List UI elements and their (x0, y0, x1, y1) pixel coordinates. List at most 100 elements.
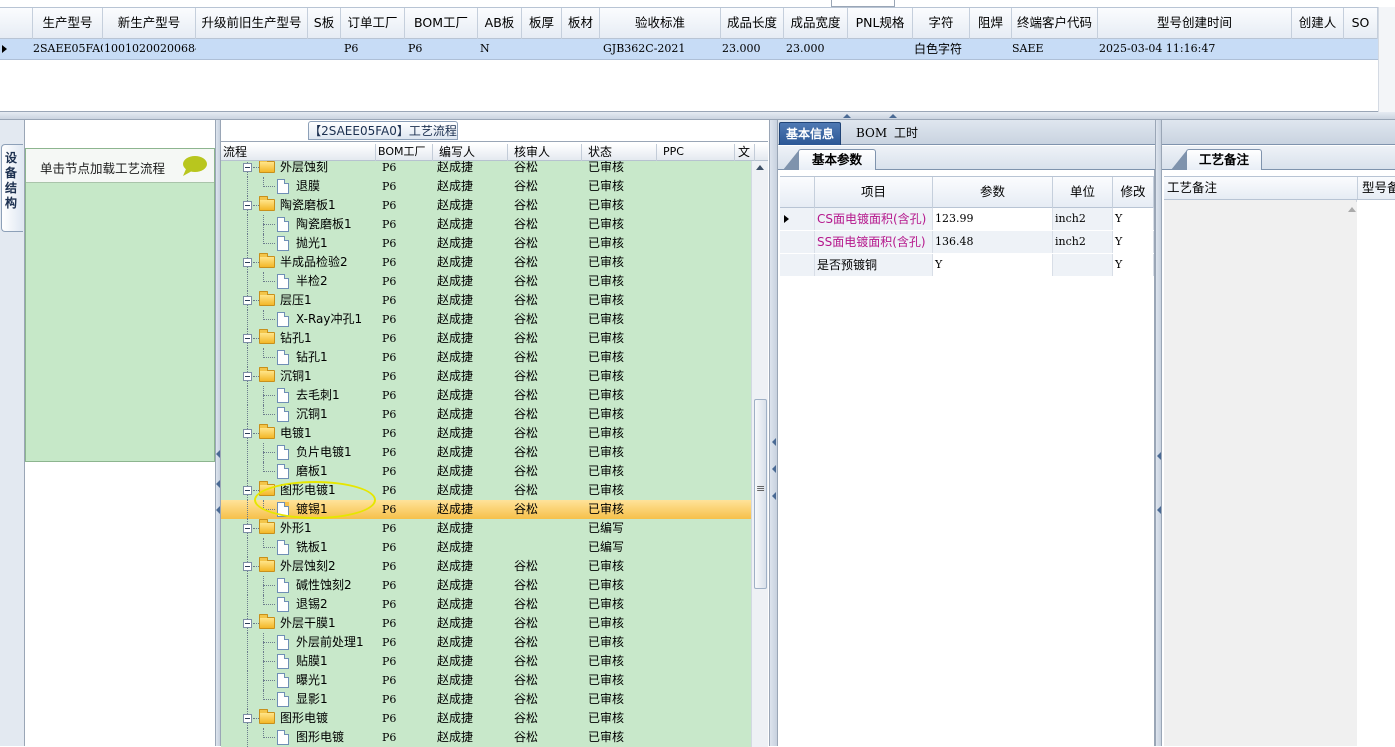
col-header-bom-factory[interactable]: BOM工厂 (376, 144, 433, 161)
cell-character[interactable]: 白色字符 (914, 39, 970, 59)
tree-row[interactable]: 半检2 P6 赵成捷 谷松 已审核 (221, 272, 751, 291)
param-unit[interactable]: inch2 (1053, 231, 1113, 253)
col-header-modified[interactable]: 修改 (1113, 177, 1154, 208)
col-header-value[interactable]: 参数 (933, 177, 1053, 208)
cell-new-model[interactable]: 10010200200684 (104, 39, 196, 59)
tree-row[interactable]: 外层蚀刻 P6 赵成捷 谷松 已审核 (221, 161, 751, 177)
collapse-toggle-icon[interactable] (243, 619, 252, 628)
top-tab-stub[interactable] (831, 0, 895, 7)
collapse-left-icon[interactable] (1157, 452, 1161, 460)
cell-order-factory[interactable]: P6 (344, 39, 404, 59)
param-value[interactable]: 123.99 (933, 208, 1053, 230)
collapse-toggle-icon[interactable] (243, 714, 252, 723)
col-header[interactable]: 成品长度 (721, 8, 784, 39)
col-header-unit[interactable]: 单位 (1053, 177, 1113, 208)
scrollbar-thumb[interactable] (754, 399, 767, 589)
col-header-remarks[interactable]: 工艺备注 (1164, 177, 1358, 199)
collapse-toggle-icon[interactable] (243, 296, 252, 305)
tree-row[interactable]: 外层蚀刻2 P6 赵成捷 谷松 已审核 (221, 557, 751, 576)
collapse-left-icon[interactable] (772, 492, 776, 500)
horizontal-splitter[interactable] (0, 112, 1395, 120)
collapse-toggle-icon[interactable] (243, 429, 252, 438)
col-header[interactable]: 终端客户代码 (1012, 8, 1098, 39)
tree-row[interactable]: 钻孔1 P6 赵成捷 谷松 已审核 (221, 329, 751, 348)
collapse-up-icon[interactable] (889, 114, 897, 118)
param-unit[interactable]: inch2 (1053, 208, 1113, 230)
collapse-left-icon[interactable] (1157, 506, 1161, 514)
model-remarks-area[interactable] (1358, 200, 1395, 746)
collapse-toggle-icon[interactable] (243, 562, 252, 571)
tree-row[interactable]: 陶瓷磨板1 P6 赵成捷 谷松 已审核 (221, 196, 751, 215)
col-header-ppc[interactable]: PPC (657, 144, 735, 161)
collapse-left-icon[interactable] (216, 506, 220, 514)
col-header-writer[interactable]: 编写人 (433, 144, 508, 161)
tree-row[interactable]: 退膜 P6 赵成捷 谷松 已审核 (221, 177, 751, 196)
col-header[interactable]: SO (1344, 8, 1378, 39)
tree-row[interactable]: 镀锡1 P6 赵成捷 谷松 已审核 (221, 500, 751, 519)
cell-pnl[interactable] (849, 39, 912, 59)
col-header[interactable]: 生产型号 (33, 8, 103, 39)
col-header[interactable]: 验收标准 (600, 8, 721, 39)
col-header[interactable]: 成品宽度 (784, 8, 848, 39)
tree-row[interactable]: 贴膜1 P6 赵成捷 谷松 已审核 (221, 652, 751, 671)
middle-splitter[interactable] (769, 120, 778, 746)
tree-row[interactable]: 图形电镀 P6 赵成捷 谷松 已审核 (221, 728, 751, 747)
param-modified[interactable]: Y (1113, 254, 1154, 276)
param-value[interactable]: Y (933, 254, 1053, 276)
collapse-up-icon[interactable] (843, 114, 851, 118)
col-header[interactable]: AB板 (478, 8, 522, 39)
cell-ab-board[interactable]: N (480, 39, 520, 59)
col-header[interactable]: 阻焊 (970, 8, 1012, 39)
tab-process-remarks[interactable]: 工艺备注 (1171, 149, 1262, 170)
tree-row[interactable]: 铣板1 P6 赵成捷 已编写 (221, 538, 751, 557)
cell-creator[interactable] (1293, 39, 1343, 59)
param-modified[interactable]: Y (1113, 208, 1154, 230)
col-header-item[interactable]: 项目 (815, 177, 933, 208)
tab-basic-info[interactable]: 基本信息 (779, 122, 842, 145)
tree-row[interactable]: 外层前处理1 P6 赵成捷 谷松 已审核 (221, 633, 751, 652)
collapse-toggle-icon[interactable] (243, 524, 252, 533)
tree-row[interactable]: 图形电镀 P6 赵成捷 谷松 已审核 (221, 709, 751, 728)
cell-so[interactable] (1345, 39, 1377, 59)
tab-bom[interactable]: BOM (850, 122, 893, 145)
remarks-text-area[interactable] (1164, 200, 1357, 746)
tree-row[interactable]: 退锡2 P6 赵成捷 谷松 已审核 (221, 595, 751, 614)
col-header[interactable]: 新生产型号 (103, 8, 196, 39)
param-row[interactable]: SS面电镀面积(含孔) 136.48 inch2 Y (780, 231, 1154, 253)
col-header-model-remarks[interactable]: 型号备 (1358, 177, 1395, 199)
model-grid-row[interactable]: 2SAEE05FA0 10010200200684 P6 P6 N GJB362… (0, 39, 1395, 60)
cell-standard[interactable]: GJB362C-2021 (603, 39, 720, 59)
tree-row[interactable]: 碱性蚀刻2 P6 赵成捷 谷松 已审核 (221, 576, 751, 595)
param-value[interactable]: 136.48 (933, 231, 1053, 253)
tree-row[interactable]: 电镀1 P6 赵成捷 谷松 已审核 (221, 424, 751, 443)
remarks-scrollbar[interactable] (1342, 202, 1357, 746)
collapse-left-icon[interactable] (216, 450, 220, 458)
tree-row[interactable]: 负片电镀1 P6 赵成捷 谷松 已审核 (221, 443, 751, 462)
collapse-toggle-icon[interactable] (243, 486, 252, 495)
tab-basic-params[interactable]: 基本参数 (783, 149, 876, 170)
col-header[interactable]: 型号创建时间 (1098, 8, 1292, 39)
load-flow-header[interactable]: 单击节点加载工艺流程 (26, 149, 214, 183)
cell-old-model[interactable] (197, 39, 307, 59)
tab-work-hours[interactable]: 工时 (888, 122, 924, 145)
col-header[interactable]: 字符 (913, 8, 970, 39)
col-header-reviewer[interactable]: 核审人 (508, 144, 582, 161)
tab-device-structure[interactable]: 设备结构 (1, 144, 23, 232)
collapse-toggle-icon[interactable] (243, 258, 252, 267)
cell-s-board[interactable] (309, 39, 341, 59)
collapse-toggle-icon[interactable] (243, 163, 252, 172)
scroll-up-icon[interactable] (756, 165, 764, 170)
tree-row[interactable]: 外形1 P6 赵成捷 已编写 (221, 519, 751, 538)
cell-model[interactable]: 2SAEE05FA0 (33, 39, 103, 59)
tree-row[interactable]: 图形电镀1 P6 赵成捷 谷松 已审核 (221, 481, 751, 500)
tree-row[interactable]: 磨板1 P6 赵成捷 谷松 已审核 (221, 462, 751, 481)
vertical-scrollbar[interactable] (1378, 7, 1395, 112)
cell-customer-code[interactable]: SAEE (1012, 39, 1097, 59)
collapse-toggle-icon[interactable] (243, 372, 252, 381)
tree-row[interactable]: X-Ray冲孔1 P6 赵成捷 谷松 已审核 (221, 310, 751, 329)
col-header[interactable]: PNL规格 (848, 8, 913, 39)
tree-row[interactable]: 层压1 P6 赵成捷 谷松 已审核 (221, 291, 751, 310)
param-item[interactable]: SS面电镀面积(含孔) (815, 231, 933, 253)
tree-row[interactable]: 半成品检验2 P6 赵成捷 谷松 已审核 (221, 253, 751, 272)
cell-thickness[interactable] (523, 39, 561, 59)
